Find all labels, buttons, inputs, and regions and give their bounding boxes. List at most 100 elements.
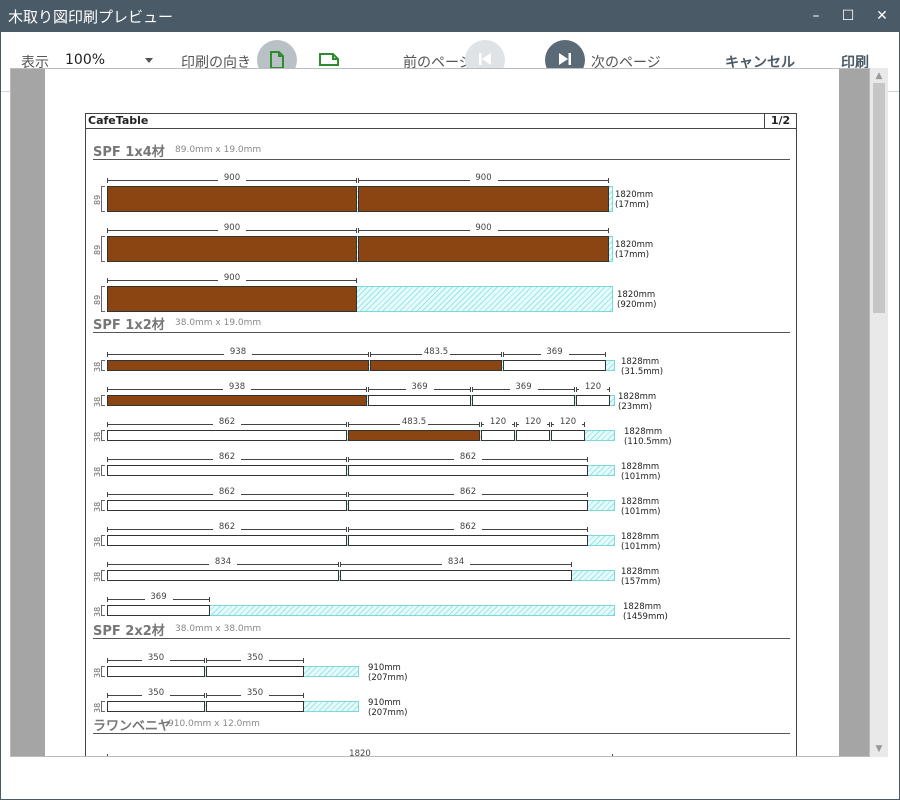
cut-piece (107, 701, 205, 712)
vertical-scrollbar[interactable]: ▲ ▼ (870, 68, 888, 757)
board-length: 1828mm (621, 496, 660, 507)
piece-length-label: 369 (540, 347, 569, 357)
piece-length-label: 862 (213, 417, 241, 427)
piece-length-label: 483.5 (422, 347, 450, 357)
piece-length-label: 834 (209, 557, 237, 567)
title-bar: 木取り図印刷プレビュー – ☐ ✕ (0, 0, 900, 32)
board-length-remainder: 1828mm (101mm) (621, 497, 660, 517)
board-row: 89 900 900 1820mm (17mm) (86, 172, 798, 212)
board-height-label: 89 (93, 244, 102, 255)
piece-length-label: 120 (519, 417, 547, 427)
board-remaining: (920mm) (617, 300, 657, 310)
maximize-button[interactable]: ☐ (832, 4, 864, 28)
piece-length-label: 900 (218, 223, 246, 233)
board-row: 38 938 483.5 369 1828mm (31.5mm) (86, 346, 798, 377)
scroll-down-icon[interactable]: ▼ (874, 744, 884, 754)
board-length: 1828mm (621, 461, 660, 472)
cut-piece (368, 395, 471, 406)
board-length: 1828mm (621, 531, 660, 542)
piece-length-label: 900 (469, 223, 498, 233)
cut-piece (107, 465, 347, 476)
board-length-remainder: 1828mm (31.5mm) (621, 357, 663, 377)
cut-piece (348, 465, 588, 476)
piece-length-label: 350 (241, 653, 269, 663)
piece-length-label: 120 (579, 382, 607, 392)
board-length-remainder: 1828mm (110.5mm) (624, 427, 672, 447)
board-row: 38 369 1828mm (1459mm) (86, 591, 798, 622)
piece-length-label: 938 (223, 382, 251, 392)
preview-viewport[interactable]: CafeTable 1/2 SPF 1x4材 89.0mm x 19.0mm SPF… (10, 68, 870, 757)
cut-piece (107, 395, 367, 406)
board-length-remainder: 1828mm (101mm) (621, 462, 660, 482)
board-row: 38 938 369 369 120 1828mm (23mm) (86, 381, 798, 412)
board-row: 1820 (86, 748, 798, 756)
piece-length-label: 350 (142, 688, 170, 698)
piece-length-label: 862 (454, 522, 482, 532)
piece-length-label: 900 (218, 273, 246, 283)
piece-length-label: 369 (144, 592, 173, 602)
board-height-label: 38 (93, 536, 102, 547)
piece-length-label: 483.5 (400, 417, 428, 427)
section-dimensions: 910.0mm x 12.0mm (168, 719, 260, 729)
piece-length-label: 862 (213, 452, 241, 462)
board-row: 38 862 862 1828mm (101mm) (86, 521, 798, 552)
cut-piece (107, 605, 210, 616)
cut-piece (481, 430, 515, 441)
cut-piece (340, 570, 572, 581)
board-height-label: 89 (93, 194, 102, 205)
close-button[interactable]: ✕ (866, 4, 898, 28)
piece-length-label: 834 (442, 557, 470, 567)
board-remaining: (207mm) (368, 707, 408, 718)
section-title: SPF 1x2材 (93, 318, 165, 333)
chevron-down-icon (145, 58, 153, 63)
board-length-remainder: 1820mm (17mm) (615, 240, 653, 260)
dimension-line (107, 754, 613, 756)
landscape-page-icon (319, 53, 339, 66)
board-remaining: (207mm) (368, 672, 408, 683)
board-length: 1828mm (623, 601, 662, 612)
board-length: 1828mm (621, 566, 660, 577)
cut-piece (206, 701, 304, 712)
board-remaining: (101mm) (621, 471, 661, 482)
section-header: SPF 2x2材 38.0mm x 38.0mm (93, 619, 790, 639)
scroll-up-icon[interactable]: ▲ (874, 71, 884, 81)
section-dimensions: 38.0mm x 19.0mm (175, 318, 262, 328)
cut-piece (107, 666, 205, 677)
cut-piece (551, 430, 585, 441)
minimize-button[interactable]: – (800, 4, 832, 28)
cut-piece (107, 236, 357, 262)
cut-piece (348, 430, 480, 441)
board-length-remainder: 1828mm (101mm) (621, 532, 660, 552)
board-height-label: 38 (93, 361, 102, 372)
window-title: 木取り図印刷プレビュー (8, 8, 174, 26)
skip-next-icon (559, 53, 571, 65)
board-length: 1828mm (621, 356, 660, 367)
board-length: 1820mm (617, 290, 656, 300)
board-height-label: 38 (93, 466, 102, 477)
cut-piece (107, 535, 347, 546)
piece-length-label: 350 (241, 688, 269, 698)
scroll-thumb[interactable] (873, 83, 885, 313)
section-header: SPF 1x4材 89.0mm x 19.0mm (93, 140, 790, 160)
board-row: 38 350 350 910mm (207mm) (86, 652, 798, 683)
board-height-label: 38 (93, 667, 102, 678)
board-length: 1820mm (615, 190, 654, 200)
board-length-remainder: 1820mm (920mm) (617, 290, 656, 310)
board-height-label: 38 (93, 501, 102, 512)
board-row: 38 862 862 1828mm (101mm) (86, 451, 798, 482)
board-row: 89 900 1820mm (920mm) (86, 272, 798, 312)
page-number: 1/2 (764, 114, 796, 129)
section-title: SPF 1x4材 (93, 145, 165, 160)
board-height-label: 38 (93, 571, 102, 582)
cut-piece (107, 360, 369, 371)
cut-piece (516, 430, 550, 441)
cut-piece (576, 395, 610, 406)
board-length-remainder: 1828mm (157mm) (621, 567, 660, 587)
board-length-remainder: 1828mm (23mm) (618, 392, 656, 412)
section-title: ラワンベニヤ (93, 719, 172, 734)
piece-length-label: 369 (405, 382, 434, 392)
cut-piece (503, 360, 606, 371)
board-length: 1828mm (624, 426, 663, 437)
board-row: 38 862 483.5 120 120 120 1828mm (110.5mm) (86, 416, 798, 447)
piece-length-label: 862 (454, 487, 482, 497)
